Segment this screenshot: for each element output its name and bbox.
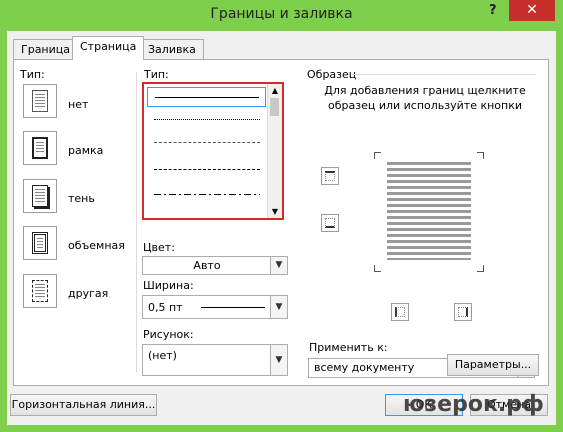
page-shadow-icon bbox=[32, 185, 48, 207]
setting-custom-button[interactable] bbox=[23, 274, 57, 308]
horizontal-line-button[interactable]: Горизонтальная линия... bbox=[10, 394, 157, 416]
preview-page[interactable] bbox=[374, 152, 484, 272]
color-label: Цвет: bbox=[143, 241, 175, 254]
setting-none-button[interactable] bbox=[23, 84, 57, 118]
preview-label: Образец bbox=[307, 68, 357, 81]
line-dashed[interactable] bbox=[154, 169, 260, 170]
setting-box-label: рамка bbox=[68, 144, 104, 157]
setting-shadow-label: тень bbox=[68, 192, 95, 205]
watermark: юзерок.рф bbox=[403, 392, 544, 417]
setting-shadow-button[interactable] bbox=[23, 179, 57, 213]
chevron-down-icon[interactable]: ▼ bbox=[270, 296, 287, 318]
width-value: 0,5 пт bbox=[148, 301, 183, 314]
column-divider bbox=[136, 72, 137, 372]
close-button[interactable]: ✕ bbox=[509, 0, 555, 21]
art-label: Рисунок: bbox=[143, 328, 194, 341]
corner-mark bbox=[477, 152, 484, 159]
apply-label: Применить к: bbox=[309, 341, 388, 354]
color-value: Авто bbox=[193, 259, 221, 272]
line-style-scrollbar[interactable]: ▲ ▼ bbox=[267, 84, 282, 218]
tab-panel: Тип: нет рамка тень объемная другая Тип:… bbox=[13, 59, 549, 386]
preview-hint: Для добавления границ щелкните образец и… bbox=[324, 84, 526, 112]
line-style-list[interactable]: ▲ ▼ bbox=[142, 82, 284, 220]
top-border-icon bbox=[325, 171, 335, 181]
page-box-icon bbox=[32, 137, 48, 159]
line-solid bbox=[155, 97, 259, 98]
params-button[interactable]: Параметры... bbox=[447, 354, 539, 376]
width-label: Ширина: bbox=[143, 279, 194, 292]
line-style-selected[interactable] bbox=[147, 87, 266, 107]
preview-text-lines bbox=[387, 162, 471, 260]
scroll-up-icon[interactable]: ▲ bbox=[268, 86, 282, 95]
setting-custom-label: другая bbox=[68, 287, 109, 300]
scroll-thumb[interactable] bbox=[270, 98, 279, 116]
left-border-button[interactable] bbox=[391, 303, 409, 321]
corner-mark bbox=[374, 265, 381, 272]
art-select[interactable]: (нет) ▼ bbox=[142, 344, 288, 376]
corner-mark bbox=[477, 265, 484, 272]
help-button[interactable]: ? bbox=[489, 3, 497, 18]
setting-none-label: нет bbox=[68, 98, 89, 111]
bottom-border-icon bbox=[325, 218, 335, 228]
chevron-down-icon[interactable]: ▼ bbox=[270, 257, 287, 274]
line-dash-dot[interactable] bbox=[154, 194, 260, 195]
right-border-button[interactable] bbox=[454, 303, 472, 321]
page-3d-icon bbox=[32, 232, 48, 254]
top-border-button[interactable] bbox=[321, 167, 339, 185]
tab-page-border[interactable]: Страница bbox=[72, 36, 145, 60]
apply-value: всему документу bbox=[314, 361, 415, 374]
color-select[interactable]: Авто ▼ bbox=[142, 256, 288, 275]
right-border-icon bbox=[458, 307, 468, 317]
bottom-border-button[interactable] bbox=[321, 214, 339, 232]
preview-divider bbox=[352, 74, 536, 75]
setting-3d-label: объемная bbox=[68, 239, 125, 252]
tab-border[interactable]: Граница bbox=[13, 39, 79, 59]
line-dotted[interactable] bbox=[154, 119, 260, 120]
setting-3d-button[interactable] bbox=[23, 226, 57, 260]
art-value: (нет) bbox=[148, 349, 177, 362]
style-label: Тип: bbox=[144, 68, 169, 81]
width-select[interactable]: 0,5 пт ▼ bbox=[142, 295, 288, 319]
chevron-down-icon[interactable]: ▼ bbox=[270, 345, 287, 375]
width-line-sample bbox=[201, 307, 265, 308]
page-custom-icon bbox=[32, 280, 48, 302]
tab-shading[interactable]: Заливка bbox=[140, 39, 204, 59]
setting-label: Тип: bbox=[20, 68, 45, 81]
page-none-icon bbox=[32, 90, 48, 112]
dialog-title: Границы и заливка bbox=[210, 6, 353, 22]
title-bar[interactable]: Границы и заливка ? ✕ bbox=[0, 0, 563, 31]
dialog-client: Граница Страница Заливка Тип: нет рамка … bbox=[7, 31, 556, 425]
dialog-window: Границы и заливка ? ✕ Граница Страница З… bbox=[0, 0, 563, 432]
line-dashed-fine[interactable] bbox=[154, 142, 260, 143]
left-border-icon bbox=[395, 307, 405, 317]
corner-mark bbox=[374, 152, 381, 159]
scroll-down-icon[interactable]: ▼ bbox=[268, 207, 282, 216]
setting-box-button[interactable] bbox=[23, 131, 57, 165]
